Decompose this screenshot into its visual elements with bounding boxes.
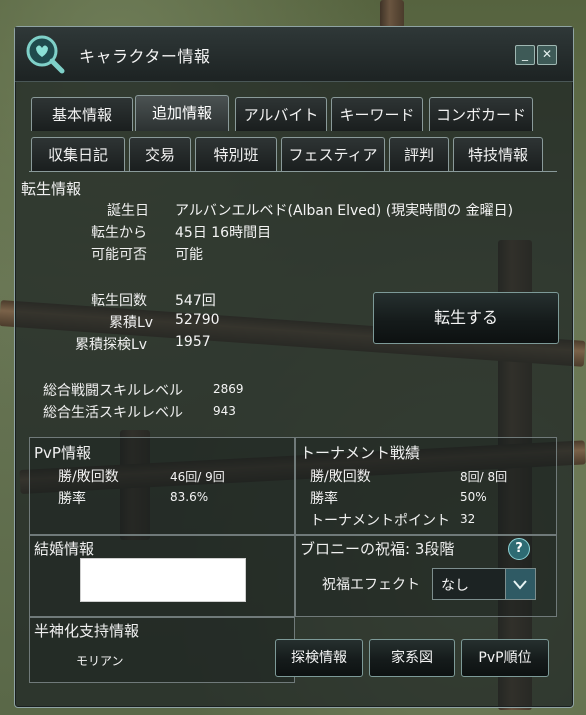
tab-special-squad[interactable]: 特別班 <box>195 137 277 171</box>
since-rebirth-value: 45日 16時間目 <box>175 225 272 241</box>
demigod-value: モリアン <box>76 654 124 668</box>
tab-basic-info[interactable]: 基本情報 <box>31 97 133 131</box>
tab-part-time-job[interactable]: アルバイト <box>235 97 327 131</box>
rebirth-count-value: 547回 <box>175 293 216 309</box>
help-icon[interactable]: ? <box>508 538 530 560</box>
blessing-effect-value: なし <box>441 578 469 594</box>
blessing-header: ブロニーの祝福: 3段階 <box>300 540 455 558</box>
pvp-ranking-button[interactable]: PvP順位 <box>461 639 549 677</box>
rebirth-panel: 転生情報 誕生日 アルバンエルベド(Alban Elved) (現実時間の 金曜… <box>21 171 559 426</box>
tab-collection-diary[interactable]: 収集日記 <box>31 137 125 171</box>
rebirth-header: 転生情報 <box>21 180 82 198</box>
tournament-winloss-value: 8回/ 8回 <box>460 470 508 484</box>
blessing-effect-select[interactable]: なし <box>432 568 536 600</box>
tournament-points-value: 32 <box>460 512 476 526</box>
demigod-header: 半神化支持情報 <box>34 622 140 640</box>
cumulative-explore-label: 累積探検Lv <box>75 337 148 353</box>
pvp-rate-value: 83.6% <box>170 490 209 504</box>
life-skill-label: 総合生活スキルレベル <box>43 405 183 421</box>
magnifier-heart-icon <box>26 35 65 74</box>
family-tree-button[interactable]: 家系図 <box>369 639 455 677</box>
tournament-rate-value: 50% <box>460 490 487 504</box>
rebirth-possible-value: 可能 <box>175 247 203 263</box>
combat-skill-value: 2869 <box>213 382 244 396</box>
close-button[interactable]: ✕ <box>537 45 557 65</box>
birthday-value: アルバンエルベド(Alban Elved) (現実時間の 金曜日) <box>175 203 514 219</box>
cumulative-level-value: 52790 <box>175 312 220 328</box>
explore-info-button[interactable]: 探検情報 <box>275 639 363 677</box>
tab-keyword[interactable]: キーワード <box>331 97 423 131</box>
pvp-winloss-value: 46回/ 9回 <box>170 470 225 484</box>
rebirth-count-label: 転生回数 <box>91 293 147 309</box>
tournament-box: トーナメント戦績 勝/敗回数 8回/ 8回 勝率 50% トーナメントポイント … <box>295 437 557 535</box>
blessing-box: ブロニーの祝福: 3段階 ? 祝福エフェクト なし <box>295 535 557 617</box>
pvp-winloss-label: 勝/敗回数 <box>58 469 119 485</box>
blessing-effect-label: 祝福エフェクト <box>322 577 420 593</box>
tournament-header: トーナメント戦績 <box>300 444 421 462</box>
chevron-down-icon <box>513 580 527 590</box>
birthday-label: 誕生日 <box>107 203 149 219</box>
pvp-info-box: PvP情報 勝/敗回数 46回/ 9回 勝率 83.6% <box>29 437 295 535</box>
pvp-header: PvP情報 <box>34 444 91 462</box>
tournament-points-label: トーナメントポイント <box>310 513 450 529</box>
since-rebirth-label: 転生から <box>91 225 147 241</box>
combat-skill-label: 総合戦闘スキルレベル <box>43 383 183 399</box>
tab-festia[interactable]: フェスティア <box>281 137 385 171</box>
pvp-rate-label: 勝率 <box>58 491 86 507</box>
window-titlebar[interactable]: キャラクター情報 _ ✕ <box>15 27 573 82</box>
rebirth-button[interactable]: 転生する <box>373 292 559 344</box>
tournament-winloss-label: 勝/敗回数 <box>310 469 371 485</box>
marriage-box: 結婚情報 <box>29 535 295 617</box>
life-skill-value: 943 <box>213 404 236 418</box>
tab-additional-info[interactable]: 追加情報 <box>135 95 229 131</box>
tab-reputation[interactable]: 評判 <box>389 137 449 171</box>
tab-trade[interactable]: 交易 <box>129 137 191 171</box>
tournament-rate-label: 勝率 <box>310 491 338 507</box>
demigod-box: 半神化支持情報 モリアン <box>29 617 295 683</box>
minimize-button[interactable]: _ <box>515 45 535 65</box>
marriage-partner-field <box>80 558 246 602</box>
rebirth-possible-label: 可能可否 <box>91 247 147 263</box>
character-info-window: キャラクター情報 _ ✕ 基本情報 追加情報 アルバイト キーワード コンボカー… <box>14 26 574 708</box>
fence-post <box>380 0 404 28</box>
cumulative-explore-value: 1957 <box>175 334 211 350</box>
tab-combo-card[interactable]: コンボカード <box>429 97 533 131</box>
window-title: キャラクター情報 <box>79 47 211 66</box>
marriage-header: 結婚情報 <box>34 540 95 558</box>
tab-talent-info[interactable]: 特技情報 <box>453 137 543 171</box>
chevron-down-icon[interactable] <box>505 569 535 599</box>
cumulative-level-label: 累積Lv <box>109 315 154 331</box>
